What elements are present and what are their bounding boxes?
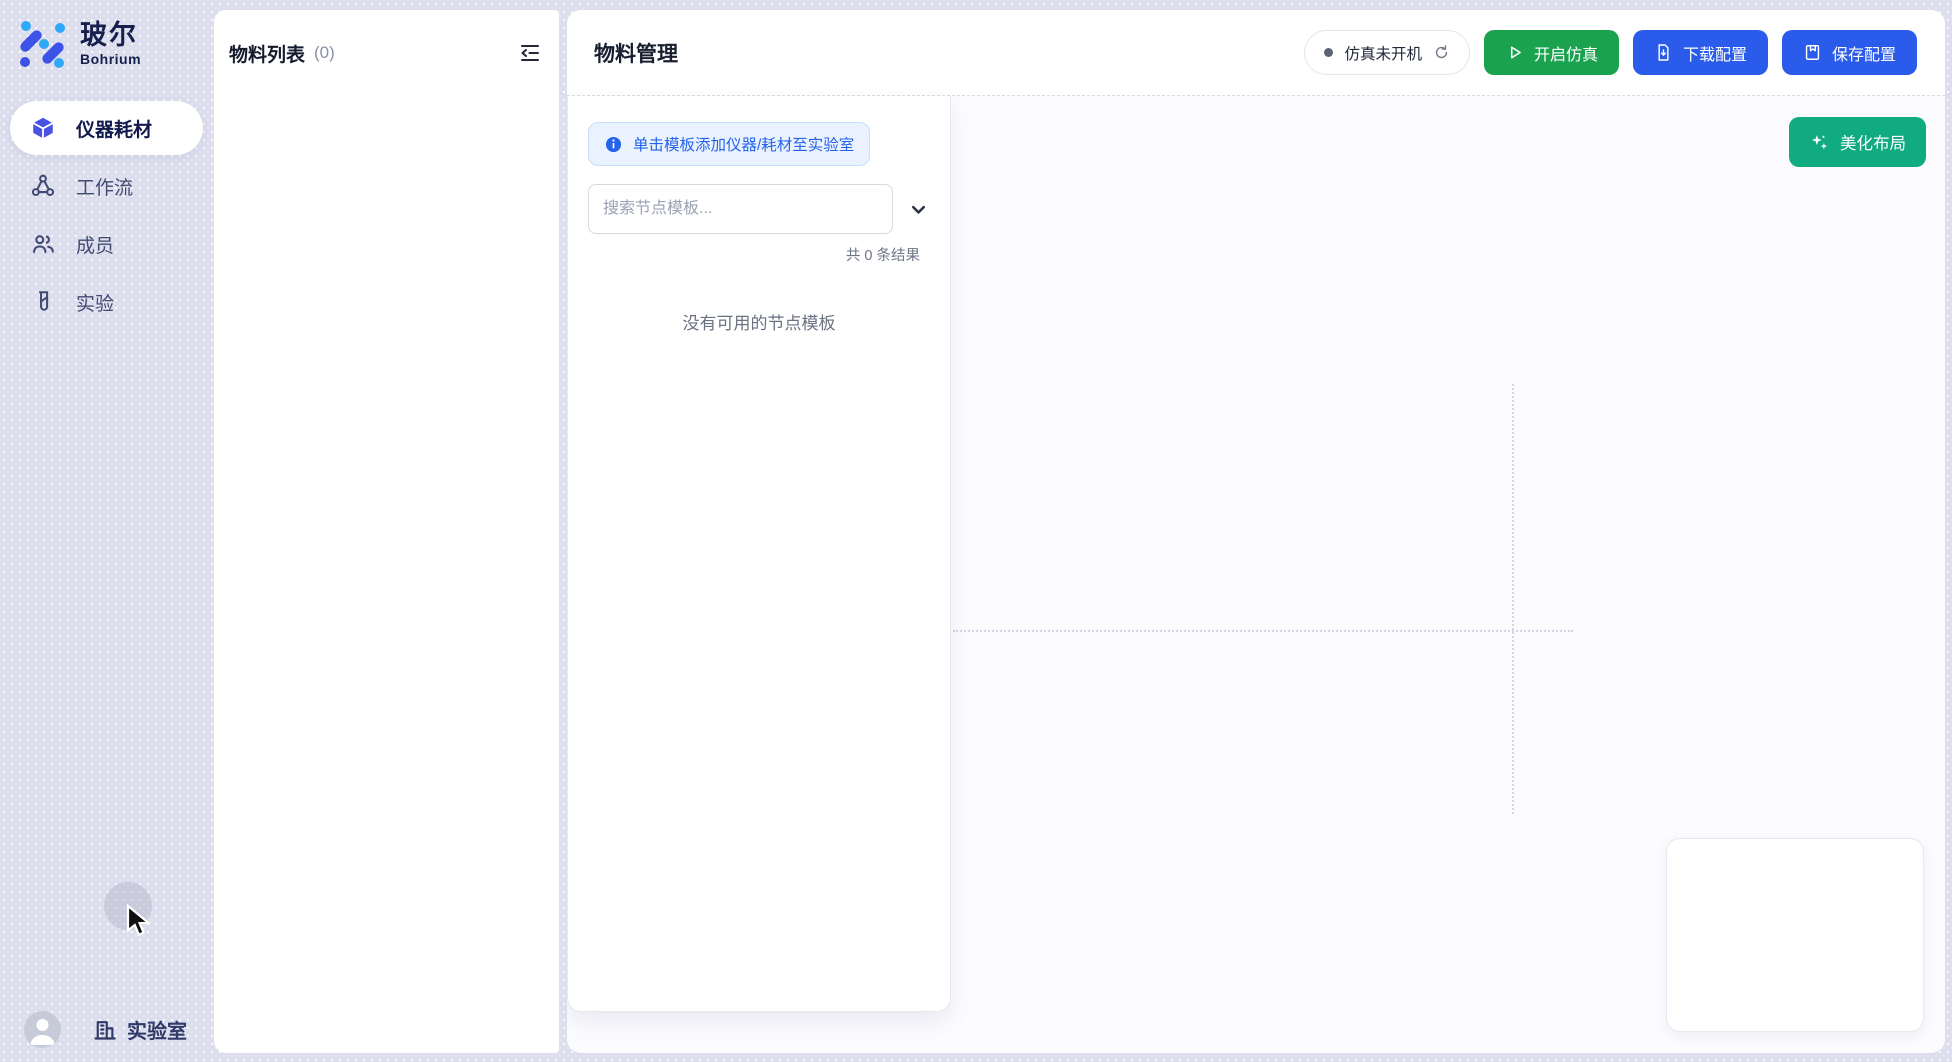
- sidebar-item-workflow[interactable]: 工作流: [10, 159, 203, 213]
- bohrium-logo-icon: [16, 18, 68, 70]
- user-avatar[interactable]: [24, 1011, 61, 1048]
- brand-name-en: Bohrium: [80, 51, 141, 67]
- canvas-guide-horizontal: [953, 630, 1573, 632]
- brand-logo[interactable]: 玻尔 Bohrium: [0, 0, 214, 70]
- template-hint-text: 单击模板添加仪器/耗材至实验室: [633, 133, 854, 155]
- template-hint-banner: 单击模板添加仪器/耗材至实验室: [588, 122, 870, 166]
- download-config-button[interactable]: 下载配置: [1633, 30, 1768, 75]
- cube-icon: [30, 115, 56, 141]
- save-icon: [1803, 43, 1822, 62]
- members-icon: [30, 231, 56, 257]
- sidebar-item-members[interactable]: 成员: [10, 217, 203, 271]
- lab-label: 实验室: [127, 1015, 187, 1044]
- beautify-layout-button[interactable]: 美化布局: [1789, 117, 1926, 167]
- materials-list-title: 物料列表: [229, 40, 305, 67]
- test-tube-icon: [30, 289, 56, 315]
- materials-list-header: 物料列表 (0): [214, 10, 559, 88]
- person-icon: [24, 1011, 61, 1048]
- start-simulation-button[interactable]: 开启仿真: [1484, 30, 1619, 75]
- canvas-guide-vertical: [1512, 384, 1514, 814]
- play-icon: [1505, 43, 1524, 62]
- beautify-layout-label: 美化布局: [1840, 130, 1906, 154]
- status-dot: [1324, 48, 1333, 57]
- node-template-panel: 单击模板添加仪器/耗材至实验室 共 0 条结果 没有可用的节点模板: [567, 96, 951, 1012]
- building-icon: [91, 1016, 118, 1043]
- sidebar-item-label: 实验: [76, 289, 114, 316]
- refresh-icon[interactable]: [1433, 44, 1450, 61]
- template-expand-button[interactable]: [906, 197, 930, 221]
- sidebar-nav: 仪器耗材 工作流 成员: [0, 101, 214, 329]
- file-download-icon: [1654, 43, 1673, 62]
- brand-name-zh: 玻尔: [80, 21, 141, 51]
- app-root: 玻尔 Bohrium 仪器耗材 工作流: [0, 0, 1952, 1062]
- sidebar-item-instruments[interactable]: 仪器耗材: [10, 101, 203, 155]
- template-search-row: [588, 184, 930, 234]
- simulation-status-label: 仿真未开机: [1344, 42, 1422, 64]
- start-simulation-label: 开启仿真: [1534, 41, 1598, 65]
- brand-text: 玻尔 Bohrium: [80, 21, 141, 67]
- header-actions: 仿真未开机 开启仿真 下载: [1304, 30, 1917, 75]
- search-results-count: 共 0 条结果: [588, 244, 930, 265]
- download-config-label: 下载配置: [1683, 41, 1747, 65]
- save-config-label: 保存配置: [1832, 41, 1896, 65]
- info-icon: [604, 135, 623, 154]
- main-content: 物料管理 仿真未开机 开启仿真: [567, 10, 1945, 1053]
- sparkles-icon: [1809, 132, 1830, 153]
- lab-switcher[interactable]: 实验室: [91, 1015, 187, 1044]
- save-config-button[interactable]: 保存配置: [1782, 30, 1917, 75]
- empty-state-text: 没有可用的节点模板: [588, 309, 930, 334]
- sidebar-item-experiments[interactable]: 实验: [10, 275, 203, 329]
- chevron-down-icon: [907, 198, 930, 221]
- materials-list-panel: 物料列表 (0): [214, 10, 559, 1053]
- materials-list-count: (0): [314, 43, 335, 63]
- sidebar-item-label: 工作流: [76, 173, 133, 200]
- sidebar-footer: 实验室: [0, 1011, 214, 1048]
- panel-fold-icon: [518, 41, 542, 65]
- sidebar: 玻尔 Bohrium 仪器耗材 工作流: [0, 0, 214, 1062]
- simulation-status-pill[interactable]: 仿真未开机: [1304, 30, 1470, 75]
- flow-canvas[interactable]: 单击模板添加仪器/耗材至实验室 共 0 条结果 没有可用的节点模板: [567, 96, 1945, 1053]
- sidebar-item-label: 成员: [76, 231, 114, 258]
- panel-fold-button[interactable]: [517, 40, 543, 66]
- minimap[interactable]: [1666, 838, 1924, 1032]
- page-title: 物料管理: [594, 38, 678, 68]
- template-search-input[interactable]: [588, 184, 893, 234]
- workflow-icon: [30, 173, 56, 199]
- sidebar-item-label: 仪器耗材: [76, 115, 152, 142]
- page-header: 物料管理 仿真未开机 开启仿真: [567, 10, 1945, 96]
